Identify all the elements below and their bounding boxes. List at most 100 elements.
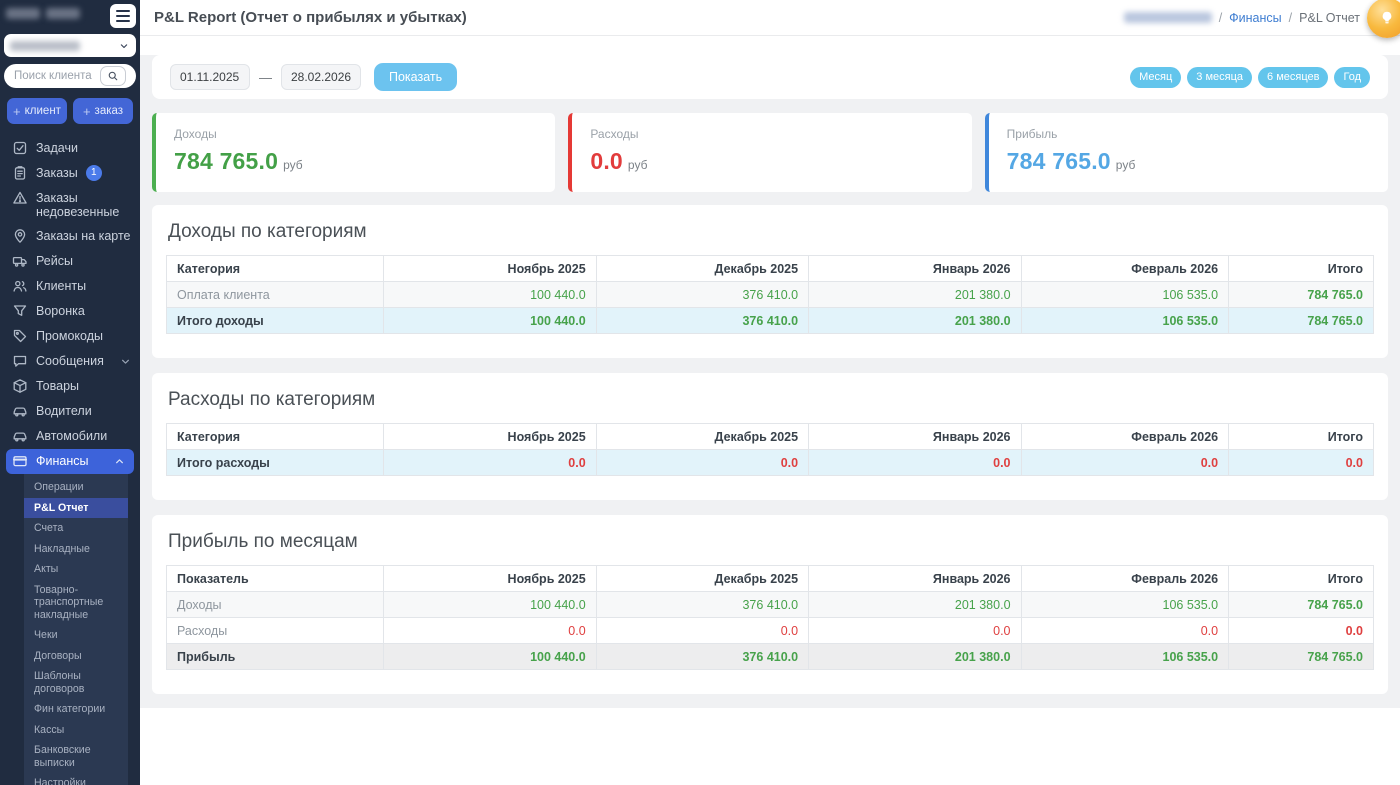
sidebar-item-7[interactable]: Промокоды [0,324,140,349]
sidebar-item-label: Водители [36,404,92,419]
sidebar-item-0[interactable]: Задачи [0,136,140,161]
sidebar-item-label: Клиенты [36,279,86,294]
search-button[interactable] [100,66,126,86]
summary-card-currency: руб [1116,158,1136,172]
search-input[interactable] [14,70,100,82]
column-header: Ноябрь 2025 [384,566,596,592]
sidebar-item-12[interactable]: Финансы [6,449,134,474]
sidebar-item-label: Заказы [36,166,78,181]
sidebar-item-9[interactable]: Товары [0,374,140,399]
column-header: Февраль 2026 [1021,256,1229,282]
summary-card-value-row: 0.0руб [590,148,953,175]
value-cell: 201 380.0 [809,644,1021,670]
column-header: Итого [1229,566,1374,592]
summary-card-currency: руб [628,158,648,172]
submenu-item-12[interactable]: Настройки [24,773,128,785]
sidebar-item-label: Сообщения [36,354,104,369]
client-search [4,64,136,88]
sidebar-item-label: Заказы недовезенные [36,191,132,219]
sidebar-item-4[interactable]: Рейсы [0,249,140,274]
row-label-cell: Итого доходы [167,308,384,334]
page-title: P&L Report (Отчет о прибылях и убытках) [154,9,467,26]
submenu-item-4[interactable]: Акты [24,559,128,580]
date-from-input[interactable] [170,64,250,90]
show-button[interactable]: Показать [374,63,457,91]
value-cell: 376 410.0 [596,592,808,618]
table-panel-0: Доходы по категориямКатегорияНоябрь 2025… [152,205,1388,358]
value-cell: 0.0 [809,618,1021,644]
sidebar-item-5[interactable]: Клиенты [0,274,140,299]
column-header: Январь 2026 [809,256,1021,282]
date-range-dash: — [259,70,272,85]
table-header-row: КатегорияНоябрь 2025Декабрь 2025Январь 2… [167,424,1374,450]
hamburger-menu-button[interactable] [110,4,136,28]
submenu-item-0[interactable]: Операции [24,477,128,498]
main-area: P&L Report (Отчет о прибылях и убытках) … [140,0,1400,785]
submenu-item-10[interactable]: Кассы [24,720,128,741]
submenu-item-2[interactable]: Счета [24,518,128,539]
data-table: КатегорияНоябрь 2025Декабрь 2025Январь 2… [166,423,1374,476]
submenu-item-1[interactable]: P&L Отчет [24,498,128,519]
warning-icon [12,190,28,206]
sidebar-item-3[interactable]: Заказы на карте [0,224,140,249]
value-cell: 106 535.0 [1021,592,1229,618]
sidebar-item-label: Заказы на карте [36,229,130,244]
submenu-item-8[interactable]: Шаблоны договоров [24,666,128,699]
value-cell: 0.0 [1229,450,1374,476]
add-order-button[interactable]: +заказ [73,98,133,124]
period-button-2[interactable]: 6 месяцев [1258,67,1328,88]
sidebar-item-label: Автомобили [36,429,107,444]
chevron-down-icon [119,355,132,368]
value-cell: 201 380.0 [809,308,1021,334]
sidebar-nav: Задачи Заказы1 Заказы недовезенные Заказы н… [0,132,140,785]
submenu-item-7[interactable]: Договоры [24,646,128,667]
column-header: Ноябрь 2025 [384,424,596,450]
topbar: P&L Report (Отчет о прибылях и убытках) … [140,0,1400,36]
sidebar-item-11[interactable]: Автомобили [0,424,140,449]
value-cell: 0.0 [1229,618,1374,644]
submenu-item-3[interactable]: Накладные [24,539,128,560]
period-button-0[interactable]: Месяц [1130,67,1181,88]
sidebar-item-2[interactable]: Заказы недовезенные [0,186,140,224]
summary-card-0: Доходы 784 765.0руб [152,113,555,192]
data-table: КатегорияНоябрь 2025Декабрь 2025Январь 2… [166,255,1374,334]
sidebar-item-8[interactable]: Сообщения [0,349,140,374]
sidebar-item-label: Задачи [36,141,78,156]
clients-icon [12,278,28,294]
package-icon [12,378,28,394]
car-icon [12,428,28,444]
period-button-3[interactable]: Год [1334,67,1370,88]
column-header: Итого [1229,256,1374,282]
breadcrumb-finance-link[interactable]: Финансы [1229,11,1281,25]
value-cell: 784 765.0 [1229,282,1374,308]
period-button-1[interactable]: 3 месяца [1187,67,1252,88]
column-header: Февраль 2026 [1021,424,1229,450]
submenu-item-9[interactable]: Фин категории [24,699,128,720]
table-header-row: ПоказательНоябрь 2025Декабрь 2025Январь … [167,566,1374,592]
sidebar-item-6[interactable]: Воронка [0,299,140,324]
value-cell: 0.0 [809,450,1021,476]
sidebar-item-10[interactable]: Водители [0,399,140,424]
table-title: Расходы по категориям [168,389,1374,411]
value-cell: 100 440.0 [384,644,596,670]
account-select[interactable] [4,34,136,57]
chat-icon [12,353,28,369]
table-row: Итого доходы100 440.0376 410.0201 380.01… [167,308,1374,334]
column-header: Декабрь 2025 [596,424,808,450]
sidebar-item-1[interactable]: Заказы1 [0,161,140,186]
submenu-item-5[interactable]: Товарно-транспортные накладные [24,580,128,626]
help-bulb-button[interactable] [1367,0,1400,38]
date-to-input[interactable] [281,64,361,90]
summary-card-2: Прибыль784 765.0руб [985,113,1388,192]
summary-card-value-row: 784 765.0руб [174,148,537,175]
submenu-item-6[interactable]: Чеки [24,625,128,646]
summary-card-value: 784 765.0 [174,148,278,174]
add-client-button[interactable]: +клиент [7,98,67,124]
submenu-item-11[interactable]: Банковские выписки [24,740,128,773]
column-header: Категория [167,424,384,450]
summary-card-label: Доходы [174,127,537,141]
summary-card-value: 784 765.0 [1007,148,1111,174]
finance-icon [12,453,28,469]
summary-card-label: Расходы [590,127,953,141]
value-cell: 376 410.0 [596,282,808,308]
